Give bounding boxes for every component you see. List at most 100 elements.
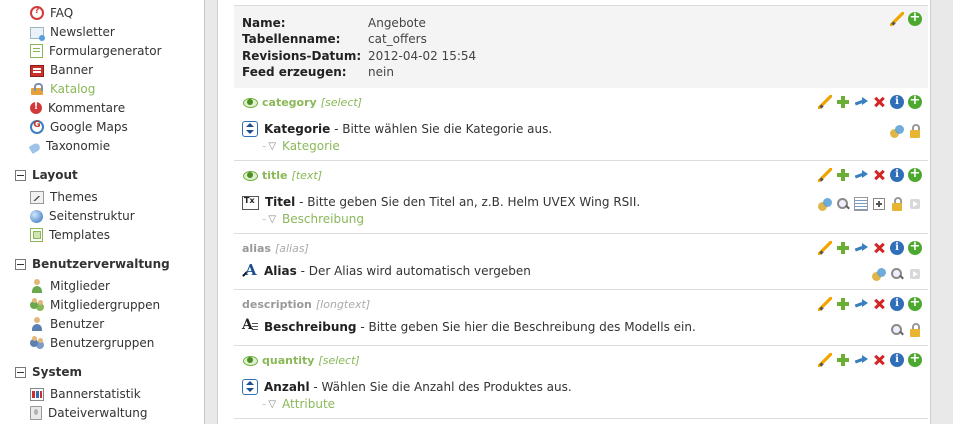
field-legend[interactable]: - ▽ Beschreibung — [262, 211, 364, 227]
add-icon[interactable] — [908, 167, 922, 182]
member-groups-icon — [30, 298, 44, 312]
expand-icon[interactable] — [873, 198, 885, 210]
nav-item-themes[interactable]: Themes — [30, 188, 98, 206]
add-icon[interactable] — [908, 94, 922, 109]
field-description: - Bitte geben Sie den Titel an, z.B. Hel… — [295, 195, 641, 209]
nav-item-templates[interactable]: Templates — [30, 226, 110, 244]
info-icon[interactable] — [890, 353, 904, 367]
info-icon[interactable] — [890, 95, 904, 109]
delete-icon[interactable] — [872, 297, 886, 311]
lock-icon[interactable] — [890, 197, 904, 211]
field-title: Kategorie — [264, 122, 331, 136]
move-icon[interactable] — [854, 297, 868, 311]
nav-item-users[interactable]: Benutzer — [30, 315, 104, 333]
file-manager-icon — [30, 406, 42, 420]
nav-item-form-generator[interactable]: Formulargenerator — [30, 42, 162, 60]
catalog-actions — [890, 11, 922, 26]
list-icon[interactable] — [854, 197, 868, 211]
lock-icon[interactable] — [908, 323, 922, 337]
move-icon[interactable] — [854, 241, 868, 255]
add-icon[interactable] — [908, 352, 922, 367]
add-field-icon[interactable] — [908, 11, 922, 26]
permissions-icon[interactable] — [818, 197, 832, 211]
nav-item-members[interactable]: Mitglieder — [30, 277, 110, 295]
copy-plus-icon[interactable] — [836, 241, 850, 255]
lock-icon[interactable] — [908, 124, 922, 138]
info-row-name: Name: Angebote — [242, 15, 426, 31]
nav-item-member-groups[interactable]: Mitgliedergruppen — [30, 296, 160, 314]
copy-plus-icon[interactable] — [836, 353, 850, 367]
nav-item-catalog[interactable]: Katalog — [30, 80, 95, 98]
field-legend[interactable]: - ▽ Attribute — [262, 396, 335, 412]
nav-group-user-management[interactable]: Benutzerverwaltung — [15, 255, 170, 273]
field-body: Anzahl - Wählen Sie die Anzahl des Produ… — [242, 378, 572, 396]
search-icon[interactable] — [836, 197, 850, 211]
nav-item-banner-stats[interactable]: Bannerstatistik — [30, 385, 141, 403]
field-header: alias [alias] — [242, 241, 309, 255]
search-icon[interactable] — [890, 267, 904, 281]
nav-item-site-structure[interactable]: Seitenstruktur — [30, 207, 135, 225]
chevron-down-icon: ▽ — [268, 398, 277, 410]
collapse-toggle-icon[interactable] — [15, 258, 26, 270]
nav-item-faq[interactable]: FAQ — [30, 4, 73, 22]
edit-icon[interactable] — [818, 353, 832, 367]
info-key: Tabellenname: — [242, 32, 341, 46]
visible-eye-icon[interactable] — [242, 168, 258, 182]
nav-group-title: System — [32, 365, 82, 379]
field-header: category [select] — [242, 95, 362, 109]
copy-plus-icon[interactable] — [836, 297, 850, 311]
info-key: Name: — [242, 16, 286, 30]
collapse-toggle-icon[interactable] — [15, 366, 26, 378]
nav-item-user-groups[interactable]: Benutzergruppen — [30, 334, 154, 352]
delete-icon[interactable] — [872, 353, 886, 367]
copy-plus-icon[interactable] — [836, 95, 850, 109]
delete-icon[interactable] — [872, 168, 886, 182]
legend-label: Kategorie — [282, 139, 340, 153]
edit-icon[interactable] — [818, 297, 832, 311]
field-legend[interactable]: - ▽ Kategorie — [262, 138, 340, 154]
themes-icon — [30, 190, 44, 204]
field-title: Titel — [265, 195, 296, 209]
nav-item-file-manager[interactable]: Dateiverwaltung — [30, 404, 147, 422]
edit-icon[interactable] — [890, 12, 904, 26]
nav-group-layout[interactable]: Layout — [15, 166, 78, 184]
collapse-toggle-icon[interactable] — [15, 169, 26, 181]
nav-item-banner[interactable]: Banner — [30, 61, 93, 79]
field-options — [872, 267, 922, 281]
visible-eye-icon[interactable] — [242, 95, 258, 109]
visible-eye-icon[interactable] — [242, 353, 258, 367]
add-icon[interactable] — [908, 296, 922, 311]
info-icon[interactable] — [890, 168, 904, 182]
permissions-icon[interactable] — [872, 267, 886, 281]
nav-item-newsletter[interactable]: Newsletter — [30, 23, 115, 41]
field-type: [longtext] — [315, 297, 371, 311]
add-icon[interactable] — [908, 240, 922, 255]
move-icon[interactable] — [854, 353, 868, 367]
nav-item-google-maps[interactable]: Google Maps — [30, 118, 128, 136]
legend-label: Attribute — [282, 397, 336, 411]
taxonomy-icon — [28, 141, 42, 154]
field-options — [818, 197, 922, 211]
nav-item-label: FAQ — [50, 6, 74, 20]
nav-item-comments[interactable]: Kommentare — [30, 99, 125, 117]
nav-item-label: Mitgliedergruppen — [50, 298, 161, 312]
copy-plus-icon[interactable] — [836, 168, 850, 182]
nav-group-system[interactable]: System — [15, 363, 82, 381]
move-icon[interactable] — [854, 168, 868, 182]
field-header: description [longtext] — [242, 297, 370, 311]
info-icon[interactable] — [890, 297, 904, 311]
permissions-icon[interactable] — [890, 124, 904, 138]
nav-item-taxonomy[interactable]: Taxonomie — [28, 137, 110, 155]
search-icon[interactable] — [890, 323, 904, 337]
field-header: title [text] — [242, 168, 322, 182]
edit-icon[interactable] — [818, 95, 832, 109]
longtext-field-icon — [242, 317, 258, 335]
select-field-icon — [242, 379, 258, 395]
info-icon[interactable] — [890, 241, 904, 255]
edit-icon[interactable] — [818, 241, 832, 255]
delete-icon[interactable] — [872, 95, 886, 109]
delete-icon[interactable] — [872, 241, 886, 255]
nav-item-label: Themes — [50, 190, 98, 204]
move-icon[interactable] — [854, 95, 868, 109]
edit-icon[interactable] — [818, 168, 832, 182]
